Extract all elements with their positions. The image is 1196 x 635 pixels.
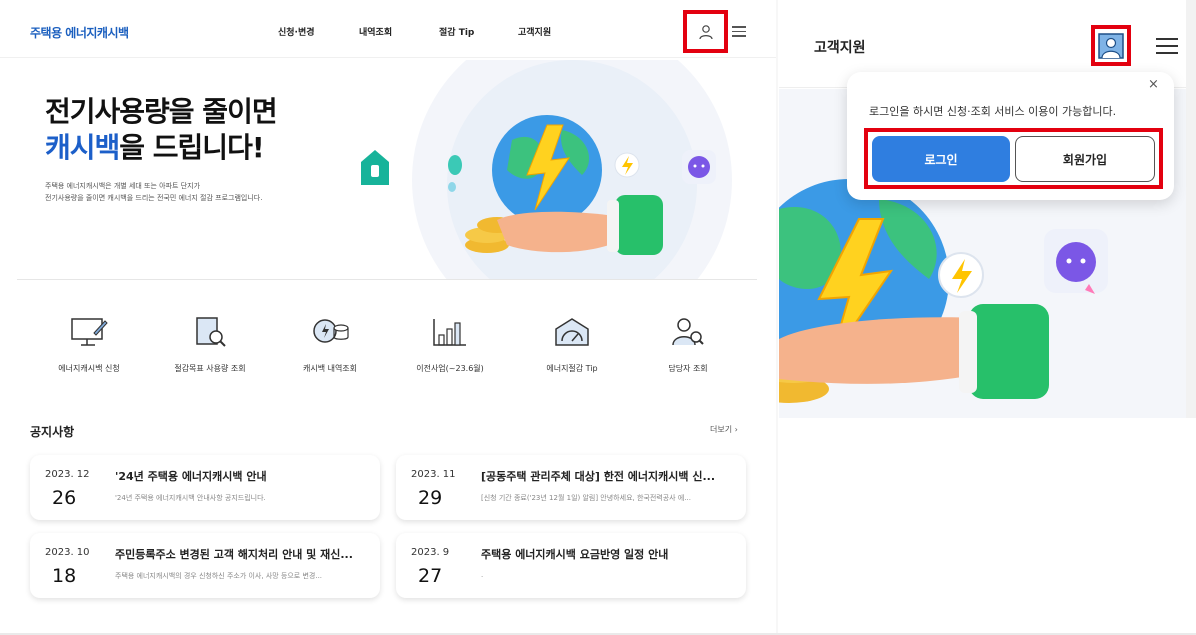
nav-apply[interactable]: 신청·변경 (278, 25, 315, 38)
top-navigation: 주택용 에너지캐시백 신청·변경 내역조회 절감 Tip 고객지원 (0, 0, 778, 58)
nav-tips[interactable]: 절감 Tip (439, 25, 474, 38)
notice-card[interactable]: 2023. 11 29 [공동주택 관리주체 대상] 한전 에너지캐시백 신..… (396, 455, 746, 520)
quick-cashback-history[interactable]: 캐시백 내역조회 (275, 305, 385, 374)
gauge-icon (555, 318, 589, 346)
chevron-right-icon: › (734, 425, 738, 434)
quick-menu: 에너지캐시백 신청 절감목표 사용량 조회 캐시백 내역조회 이전사업(~23.… (30, 305, 750, 385)
notice-title: 주택용 에너지캐시백 요금반영 일정 안내 (481, 548, 669, 561)
mobile-page-title: 고객지원 (814, 40, 866, 56)
notice-summary: 주택용 에너지캐시백의 경우 신청하신 주소가 이사, 사망 등으로 변경... (115, 572, 323, 580)
popup-message: 로그인을 하시면 신청·조회 서비스 이용이 가능합니다. (869, 105, 1117, 118)
notice-title: 주민등록주소 변경된 고객 해지처리 안내 및 재신... (115, 548, 353, 561)
nav-support[interactable]: 고객지원 (518, 25, 551, 38)
quick-saving-tip[interactable]: 에너지절감 Tip (517, 305, 627, 374)
mobile-user-button[interactable] (1091, 25, 1131, 66)
notice-card[interactable]: 2023. 10 18 주민등록주소 변경된 고객 해지처리 안내 및 재신..… (30, 533, 380, 598)
notice-heading: 공지사항 (30, 425, 75, 439)
bar-chart-icon (433, 319, 466, 346)
hero-banner: 전기사용량을 줄이면 캐시백을 드립니다! 주택용 에너지캐시백은 개별 세대 … (17, 60, 757, 280)
hamburger-menu-icon[interactable] (1156, 38, 1178, 54)
person-search-icon (672, 318, 704, 346)
notice-card[interactable]: 2023. 9 27 주택용 에너지캐시백 요금반영 일정 안내 . (396, 533, 746, 598)
signup-button[interactable]: 회원가입 (1015, 136, 1155, 182)
notice-card[interactable]: 2023. 12 26 '24년 주택용 에너지캐시백 안내 '24년 주택용 … (30, 455, 380, 520)
notice-summary: . (481, 571, 484, 579)
mobile-scrollbar[interactable] (1186, 0, 1196, 418)
notice-more-link[interactable]: 더보기 › (710, 424, 738, 435)
auth-buttons: 로그인 회원가입 (864, 128, 1163, 189)
nav-history[interactable]: 내역조회 (359, 25, 392, 38)
panel-divider (776, 0, 778, 635)
hamburger-menu-icon[interactable] (732, 26, 746, 38)
hero-title: 전기사용량을 줄이면 캐시백을 드립니다! (45, 95, 278, 164)
logo[interactable]: 주택용 에너지캐시백 (30, 24, 129, 41)
login-button[interactable]: 로그인 (872, 136, 1010, 182)
quick-previous-program[interactable]: 이전사업(~23.6월) (395, 305, 505, 374)
desktop-view: 주택용 에너지캐시백 신청·변경 내역조회 절감 Tip 고객지원 전기사용량을… (0, 0, 778, 635)
monitor-pen-icon (71, 318, 108, 346)
user-icon (698, 24, 713, 39)
user-button[interactable] (683, 10, 728, 53)
globe-hand-illustration (361, 115, 716, 255)
hero-title-accent: 캐시백 (45, 131, 120, 164)
hero-description: 주택용 에너지캐시백은 개별 세대 또는 아파트 단지가 전기사용량을 줄이면 … (45, 182, 263, 202)
report-search-icon (196, 317, 226, 347)
notice-title: [공동주택 관리주체 대상] 한전 에너지캐시백 신... (481, 470, 716, 483)
notice-summary: '24년 주택용 에너지캐시백 안내사항 공지드립니다. (115, 494, 266, 502)
close-icon[interactable]: × (1148, 77, 1159, 92)
notice-summary: [신청 기간 종료('23년 12월 1일) 알림] 안녕하세요, 한국전력공사… (481, 494, 691, 502)
notice-title: '24년 주택용 에너지캐시백 안내 (115, 470, 267, 483)
coin-stack-icon (313, 319, 349, 343)
user-icon (1098, 32, 1124, 59)
quick-manager-search[interactable]: 담당자 조회 (633, 305, 743, 374)
quick-target-usage[interactable]: 절감목표 사용량 조회 (155, 305, 265, 374)
quick-apply[interactable]: 에너지캐시백 신청 (34, 305, 144, 374)
mobile-view: 고객지원 (779, 0, 1196, 418)
